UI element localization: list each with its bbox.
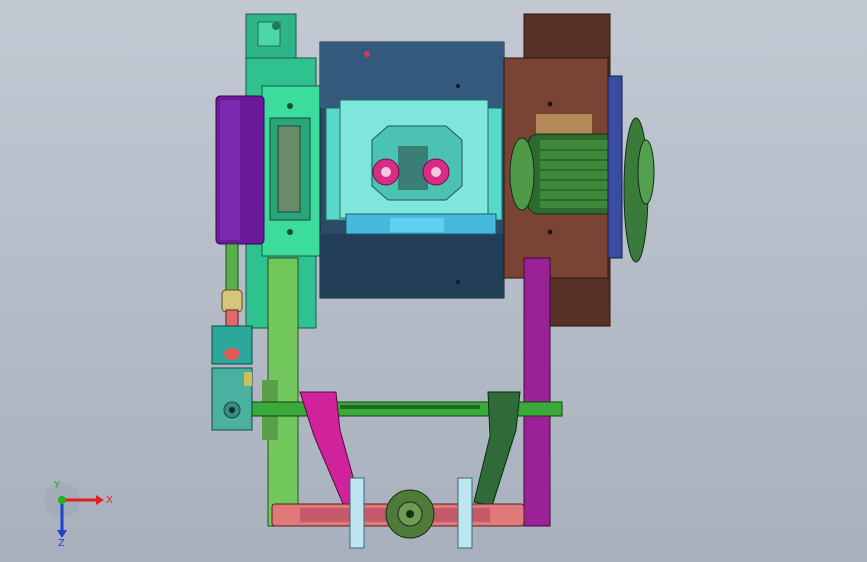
purple-side-block[interactable]: [215, 95, 265, 245]
cad-model[interactable]: [0, 0, 867, 562]
x-axis-label: X: [106, 495, 113, 506]
pulley[interactable]: [607, 75, 655, 263]
x-axis-arrowhead: [96, 495, 104, 505]
cad-viewport[interactable]: X Y Z: [0, 0, 867, 562]
y-axis-label: Y: [53, 480, 61, 491]
right-vertical-link[interactable]: [523, 257, 551, 527]
z-axis-arrowhead: [57, 530, 67, 538]
pillow-block-bearing[interactable]: [211, 367, 253, 431]
center-hub[interactable]: [385, 489, 435, 539]
motor[interactable]: [509, 133, 623, 215]
z-axis-label: Z: [58, 538, 65, 548]
y-axis-dot: [58, 496, 66, 504]
gear-cover[interactable]: [325, 99, 503, 235]
reference-triad: X Y Z: [44, 480, 113, 548]
